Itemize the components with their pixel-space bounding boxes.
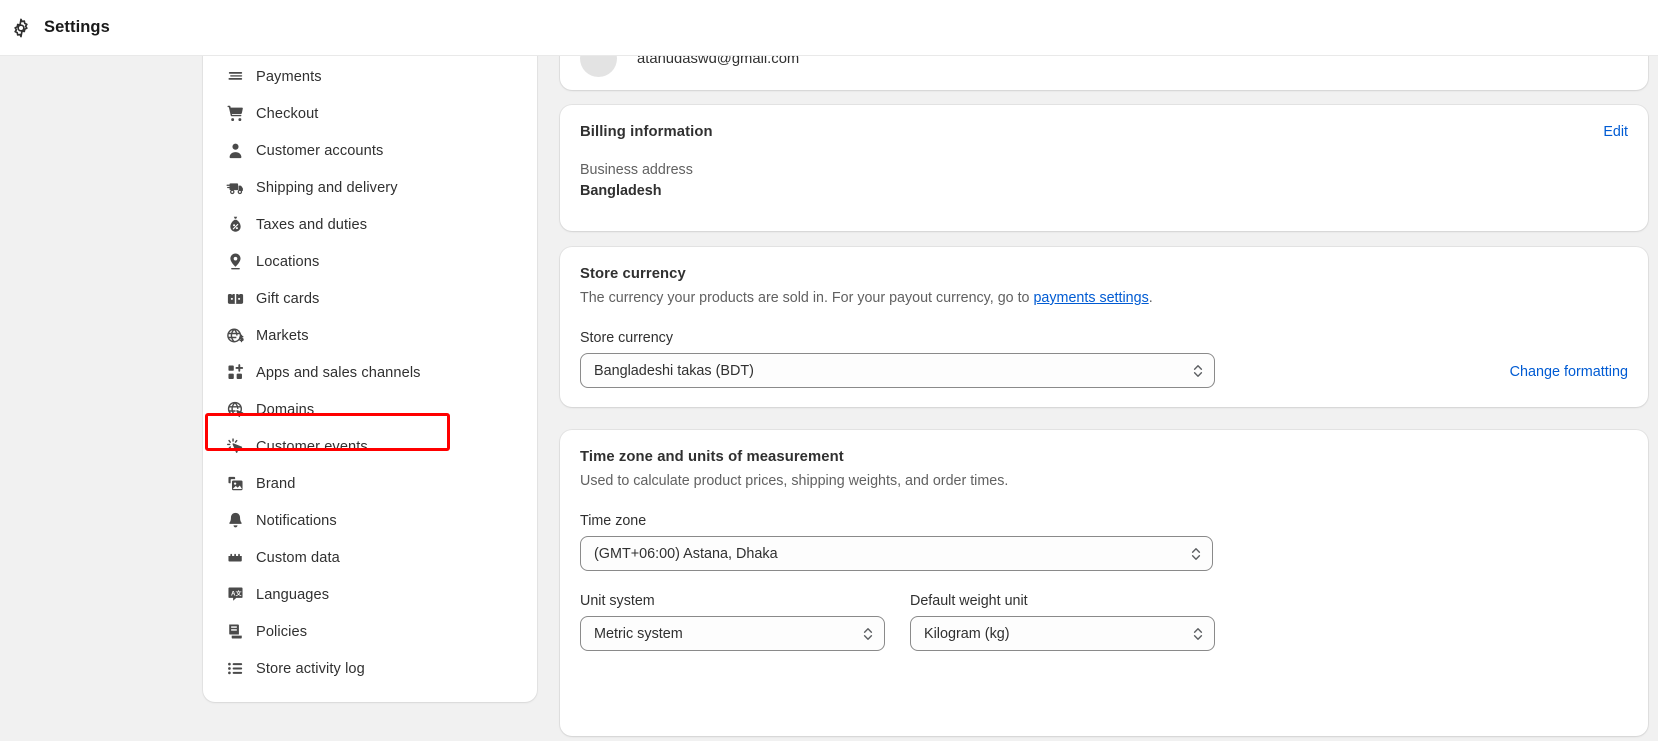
sidebar-item-label: Custom data bbox=[256, 549, 340, 566]
sidebar-item-languages[interactable]: A 文 Languages bbox=[215, 576, 525, 613]
sidebar-item-payments[interactable]: Payments bbox=[215, 58, 525, 95]
globe-dollar-icon bbox=[225, 326, 245, 346]
sidebar-item-custom-data[interactable]: Custom data bbox=[215, 539, 525, 576]
sidebar-item-label: Notifications bbox=[256, 512, 337, 529]
store-currency-select[interactable]: Bangladeshi takas (BDT) bbox=[580, 353, 1215, 389]
sidebar-item-label: Languages bbox=[256, 586, 330, 603]
sidebar-item-label: Apps and sales channels bbox=[256, 364, 421, 381]
sidebar-item-label: Shipping and delivery bbox=[256, 179, 398, 196]
store-currency-card: Store currency The currency your product… bbox=[560, 247, 1648, 407]
sidebar-item-label: Gift cards bbox=[256, 290, 320, 307]
sidebar-item-customer-events[interactable]: Customer events bbox=[215, 428, 525, 465]
sidebar-item-label: Policies bbox=[256, 623, 308, 640]
business-address-label: Business address bbox=[580, 162, 693, 178]
cursor-sparkle-icon bbox=[225, 437, 245, 457]
location-pin-icon bbox=[225, 252, 245, 272]
settings-sidebar: Payments Checkout Customer accounts Ship… bbox=[203, 54, 537, 702]
default-weight-unit-select[interactable]: Kilogram (kg) bbox=[910, 616, 1215, 652]
chevron-updown-icon bbox=[1191, 625, 1205, 643]
sidebar-item-label: Taxes and duties bbox=[256, 216, 368, 233]
unit-system-field-label: Unit system bbox=[580, 593, 655, 610]
blocks-icon bbox=[225, 548, 245, 568]
chevron-updown-icon bbox=[1189, 545, 1203, 563]
sidebar-item-notifications[interactable]: Notifications bbox=[215, 502, 525, 539]
description-text-before: The currency your products are sold in. … bbox=[580, 290, 1034, 306]
store-currency-title: Store currency bbox=[580, 266, 686, 282]
sidebar-item-store-activity-log[interactable]: Store activity log bbox=[215, 650, 525, 687]
sidebar-item-domains[interactable]: Domains bbox=[215, 391, 525, 428]
policy-document-icon bbox=[225, 622, 245, 642]
store-currency-value: Bangladeshi takas (BDT) bbox=[594, 362, 754, 379]
sidebar-item-label: Domains bbox=[256, 401, 315, 418]
time-zone-description: Used to calculate product prices, shippi… bbox=[580, 473, 1009, 489]
sidebar-item-label: Payments bbox=[256, 68, 322, 85]
sidebar-item-label: Customer accounts bbox=[256, 142, 384, 159]
page-title: Settings bbox=[44, 18, 110, 36]
translate-icon: A 文 bbox=[225, 585, 245, 605]
time-zone-title: Time zone and units of measurement bbox=[580, 449, 844, 465]
default-weight-unit-value: Kilogram (kg) bbox=[924, 625, 1010, 642]
change-formatting-link[interactable]: Change formatting bbox=[1510, 364, 1628, 388]
description-text-after: . bbox=[1148, 290, 1153, 306]
sidebar-item-brand[interactable]: Brand bbox=[215, 465, 525, 502]
time-zone-value: (GMT+06:00) Astana, Dhaka bbox=[594, 545, 778, 562]
sidebar-item-gift-cards[interactable]: Gift cards bbox=[215, 280, 525, 317]
payments-settings-link[interactable]: payments settings bbox=[1033, 290, 1148, 306]
billing-information-card: Billing information Edit Business addres… bbox=[560, 105, 1648, 231]
cart-icon bbox=[225, 104, 245, 124]
left-gutter bbox=[0, 56, 203, 741]
sidebar-item-label: Markets bbox=[256, 327, 309, 344]
apps-grid-plus-icon bbox=[225, 363, 245, 383]
person-icon bbox=[225, 141, 245, 161]
settings-content: atanudaswd@gmail.com Billing information… bbox=[560, 22, 1658, 741]
sidebar-item-label: Brand bbox=[256, 475, 296, 492]
chevron-updown-icon bbox=[861, 625, 875, 643]
sidebar-item-label: Locations bbox=[256, 253, 320, 270]
business-address-value: Bangladesh bbox=[580, 183, 662, 199]
default-weight-unit-field-label: Default weight unit bbox=[910, 593, 1028, 610]
sidebar-item-checkout[interactable]: Checkout bbox=[215, 95, 525, 132]
app-header: Settings bbox=[0, 0, 1658, 56]
sidebar-item-taxes-and-duties[interactable]: Taxes and duties bbox=[215, 206, 525, 243]
svg-text:文: 文 bbox=[235, 590, 241, 598]
settings-page: Settings Payments Checkout Customer acco… bbox=[0, 0, 1658, 741]
store-currency-field-label: Store currency bbox=[580, 330, 673, 347]
billing-title: Billing information bbox=[580, 124, 713, 140]
money-bag-percent-icon bbox=[225, 215, 245, 235]
sidebar-item-apps-and-sales-channels[interactable]: Apps and sales channels bbox=[215, 354, 525, 391]
sidebar-item-markets[interactable]: Markets bbox=[215, 317, 525, 354]
bell-icon bbox=[225, 511, 245, 531]
unit-system-select[interactable]: Metric system bbox=[580, 616, 885, 652]
payments-icon bbox=[225, 67, 245, 87]
sidebar-item-label: Store activity log bbox=[256, 660, 365, 677]
list-icon bbox=[225, 659, 245, 679]
unit-system-value: Metric system bbox=[594, 625, 683, 642]
sidebar-item-label: Checkout bbox=[256, 105, 319, 122]
sidebar-item-customer-accounts[interactable]: Customer accounts bbox=[215, 132, 525, 169]
time-zone-select[interactable]: (GMT+06:00) Astana, Dhaka bbox=[580, 536, 1213, 572]
billing-edit-link[interactable]: Edit bbox=[1603, 124, 1628, 140]
image-brand-icon bbox=[225, 474, 245, 494]
sidebar-item-label: Customer events bbox=[256, 438, 368, 455]
sidebar-item-policies[interactable]: Policies bbox=[215, 613, 525, 650]
time-zone-field-label: Time zone bbox=[580, 513, 647, 530]
truck-icon bbox=[225, 178, 245, 198]
store-currency-description: The currency your products are sold in. … bbox=[580, 288, 1628, 308]
sidebar-item-locations[interactable]: Locations bbox=[215, 243, 525, 280]
globe-cursor-icon bbox=[225, 400, 245, 420]
sidebar-item-shipping-and-delivery[interactable]: Shipping and delivery bbox=[215, 169, 525, 206]
gear-icon bbox=[10, 17, 32, 39]
time-zone-units-card: Time zone and units of measurement Used … bbox=[560, 430, 1648, 736]
page-body: Payments Checkout Customer accounts Ship… bbox=[0, 22, 1658, 741]
chevron-updown-icon bbox=[1191, 362, 1205, 380]
gift-card-icon bbox=[225, 289, 245, 309]
